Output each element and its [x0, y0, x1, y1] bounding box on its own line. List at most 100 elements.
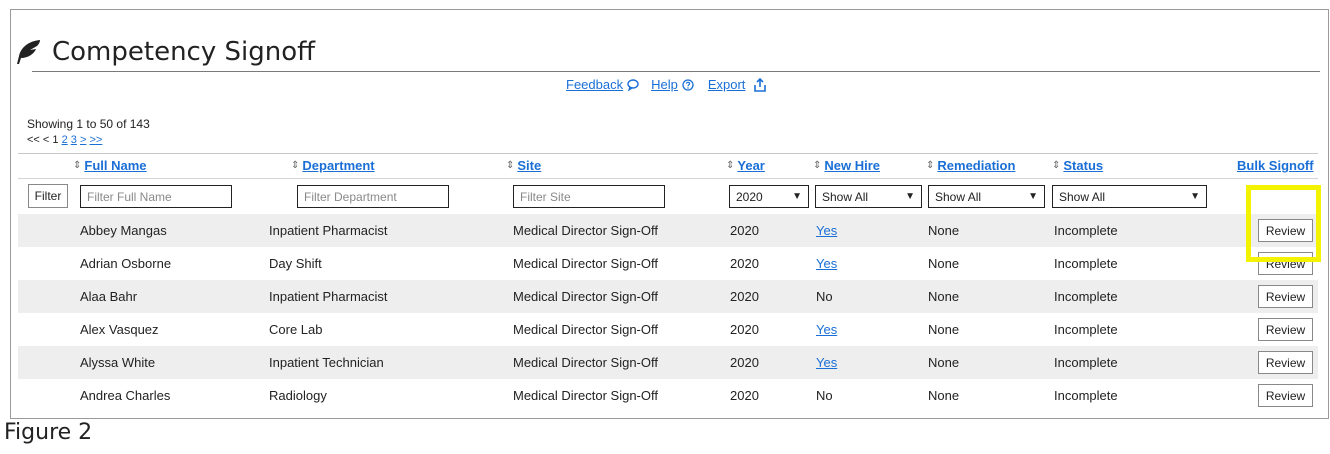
chevron-down-icon: ▼	[1028, 191, 1038, 202]
year-select[interactable]: 2020 ▼	[729, 185, 809, 208]
cell-full-name: Abbey Mangas	[80, 223, 167, 238]
cell-department: Core Lab	[269, 322, 323, 337]
sort-icon: ⇕	[926, 160, 935, 171]
speech-bubble-icon	[627, 78, 639, 91]
feather-icon	[17, 40, 40, 64]
sort-icon: ⇕	[73, 160, 82, 171]
pager-current: << < 1	[27, 134, 59, 146]
cell-new-hire: No	[816, 388, 833, 403]
cell-new-hire-link[interactable]: Yes	[816, 256, 837, 271]
table-row: Alex Vasquez Core Lab Medical Director S…	[18, 313, 1318, 346]
cell-new-hire-link[interactable]: Yes	[816, 355, 837, 370]
remediation-select-value: Show All	[935, 189, 982, 204]
column-label: Year	[737, 158, 765, 173]
review-button[interactable]: Review	[1258, 219, 1313, 242]
cell-department: Radiology	[269, 388, 327, 403]
new-hire-select-value: Show All	[822, 189, 869, 204]
column-header-status[interactable]: ⇕ Status	[1052, 158, 1103, 173]
cell-full-name: Alyssa White	[80, 355, 156, 370]
filter-divider	[18, 178, 1318, 179]
cell-site: Medical Director Sign-Off	[513, 223, 658, 238]
new-hire-select[interactable]: Show All ▼	[815, 185, 922, 208]
page-3-link[interactable]: 3	[71, 134, 77, 146]
sort-icon: ⇕	[813, 160, 822, 171]
cell-site: Medical Director Sign-Off	[513, 256, 658, 271]
table-row: Abbey Mangas Inpatient Pharmacist Medica…	[18, 214, 1318, 247]
column-header-remediation[interactable]: ⇕ Remediation	[926, 158, 1015, 173]
review-button[interactable]: Review	[1258, 252, 1313, 275]
column-label: Remediation	[937, 158, 1016, 173]
cell-department: Inpatient Pharmacist	[269, 223, 388, 238]
column-header-new-hire[interactable]: ⇕ New Hire	[813, 158, 880, 173]
cell-remediation: None	[928, 322, 960, 337]
cell-status: Incomplete	[1054, 322, 1118, 337]
cell-department: Inpatient Pharmacist	[269, 289, 388, 304]
cell-year: 2020	[730, 322, 759, 337]
sort-icon: ⇕	[506, 160, 515, 171]
cell-year: 2020	[730, 388, 759, 403]
page-title: Competency Signoff	[52, 37, 316, 67]
cell-site: Medical Director Sign-Off	[513, 322, 658, 337]
year-select-value: 2020	[736, 189, 763, 204]
status-select[interactable]: Show All ▼	[1052, 185, 1207, 208]
filter-department-input[interactable]	[297, 185, 449, 208]
filter-button[interactable]: Filter	[28, 184, 68, 208]
help-circle-icon	[682, 78, 694, 91]
filter-site-input[interactable]	[513, 185, 665, 208]
column-header-full-name[interactable]: ⇕ Full Name	[73, 158, 147, 173]
export-link[interactable]: Export	[708, 77, 768, 92]
column-label: Bulk Signoff	[1237, 158, 1314, 173]
table-row: Andrea Charles Radiology Medical Directo…	[18, 379, 1318, 412]
cell-new-hire-link[interactable]: Yes	[816, 223, 837, 238]
cell-remediation: None	[928, 289, 960, 304]
last-page-link[interactable]: >>	[89, 134, 102, 146]
table-row: Alaa Bahr Inpatient Pharmacist Medical D…	[18, 280, 1318, 313]
figure-caption: Figure 2	[4, 420, 93, 445]
review-button[interactable]: Review	[1258, 351, 1313, 374]
page-2-link[interactable]: 2	[62, 134, 68, 146]
filter-full-name-input[interactable]	[80, 185, 232, 208]
sort-icon: ⇕	[726, 160, 735, 171]
column-label: New Hire	[824, 158, 881, 173]
column-label: Status	[1063, 158, 1104, 173]
help-link[interactable]: Help	[651, 77, 694, 92]
top-links: Feedback Help Export	[566, 77, 767, 92]
cell-year: 2020	[730, 289, 759, 304]
review-button[interactable]: Review	[1258, 285, 1313, 308]
cell-remediation: None	[928, 256, 960, 271]
remediation-select[interactable]: Show All ▼	[928, 185, 1045, 208]
cell-full-name: Alex Vasquez	[80, 322, 159, 337]
feedback-link[interactable]: Feedback	[566, 77, 639, 92]
cell-status: Incomplete	[1054, 256, 1118, 271]
column-header-department[interactable]: ⇕ Department	[291, 158, 375, 173]
next-page-link[interactable]: >	[80, 134, 86, 146]
sort-icon: ⇕	[1052, 160, 1061, 171]
cell-full-name: Andrea Charles	[80, 388, 171, 403]
sort-icon: ⇕	[291, 160, 300, 171]
status-select-value: Show All	[1059, 189, 1106, 204]
cell-status: Incomplete	[1054, 289, 1118, 304]
export-icon	[754, 77, 767, 92]
review-button[interactable]: Review	[1258, 384, 1313, 407]
cell-new-hire-link[interactable]: Yes	[816, 322, 837, 337]
cell-department: Day Shift	[269, 256, 322, 271]
chevron-down-icon: ▼	[792, 191, 802, 202]
cell-site: Medical Director Sign-Off	[513, 289, 658, 304]
column-header-site[interactable]: ⇕ Site	[506, 158, 541, 173]
column-header-year[interactable]: ⇕ Year	[726, 158, 765, 173]
chevron-down-icon: ▼	[1190, 191, 1200, 202]
results-summary: Showing 1 to 50 of 143	[27, 117, 150, 131]
cell-status: Incomplete	[1054, 388, 1118, 403]
cell-status: Incomplete	[1054, 355, 1118, 370]
column-label: Site	[517, 158, 542, 173]
column-header-bulk-signoff[interactable]: Bulk Signoff	[1237, 158, 1314, 173]
column-label: Full Name	[84, 158, 147, 173]
title-divider	[32, 71, 1320, 72]
table-row: Alyssa White Inpatient Technician Medica…	[18, 346, 1318, 379]
header-divider	[18, 153, 1318, 154]
cell-status: Incomplete	[1054, 223, 1118, 238]
review-button[interactable]: Review	[1258, 318, 1313, 341]
cell-remediation: None	[928, 355, 960, 370]
pagination: << < 1 2 3 > >>	[27, 134, 102, 146]
help-label: Help	[651, 77, 678, 92]
